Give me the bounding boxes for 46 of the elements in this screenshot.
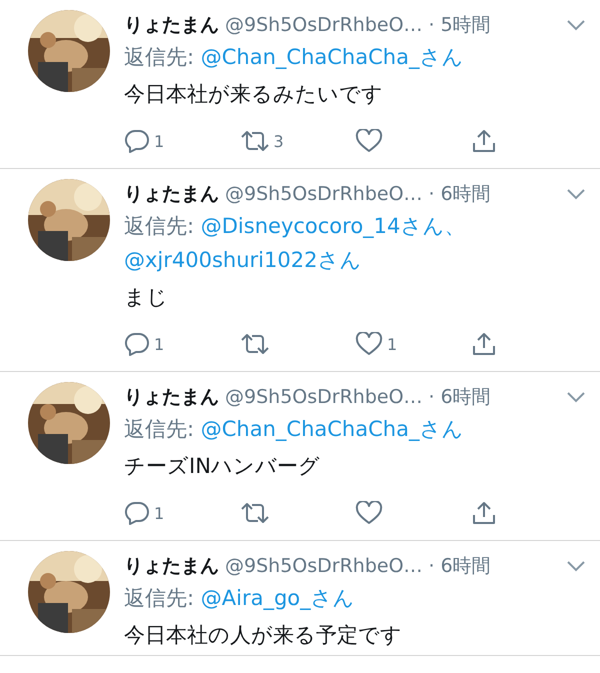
reply-label: 返信先: [124,417,194,441]
mention-link[interactable]: @Disneycocoro_14さん、 [200,214,466,238]
action-count: 1 [387,334,398,354]
mention-link[interactable]: @Aira_go_さん [200,586,355,610]
heart-icon[interactable] [355,501,383,525]
chevron-down-icon[interactable] [566,391,586,403]
user-handle: @9Sh5OsDrRhbeO… [225,183,423,205]
reply-icon[interactable] [124,332,150,356]
user-name[interactable]: りょたまん [124,553,219,579]
user-handle: @9Sh5OsDrRhbeO… [225,14,423,36]
user-handle: @9Sh5OsDrRhbeO… [225,386,423,408]
heart-icon[interactable] [355,332,383,356]
reply-label: 返信先: [124,45,194,69]
reply-label: 返信先: [124,586,194,610]
action-count: 1 [154,132,164,150]
heart-icon[interactable] [355,129,383,153]
tweet-text: まじ [124,285,168,309]
tweet-text: 今日本社の人が来る予定です [124,623,402,647]
chevron-down-icon[interactable] [566,560,586,572]
tweet-text: 今日本社が来るみたいです [124,82,383,106]
action-count: 1 [154,334,164,354]
timestamp: · 6時間 [428,385,491,410]
share-icon[interactable] [470,331,496,357]
chevron-down-icon[interactable] [566,188,586,200]
user-handle: @9Sh5OsDrRhbeO… [225,555,423,577]
mention-link[interactable]: @Chan_ChaChaCha_さん [200,45,464,69]
share-icon[interactable] [470,128,496,154]
reply-icon[interactable] [124,501,150,525]
timestamp: · 6時間 [428,182,491,207]
tweet-text: チーズINハンバーグ [124,454,320,478]
mention-link[interactable]: @xjr400shuri1022さん [124,248,362,272]
timestamp: · 5時間 [428,13,491,38]
user-name[interactable]: りょたまん [124,181,219,207]
user-name[interactable]: りょたまん [124,384,219,410]
action-count: 3 [274,132,284,150]
share-icon[interactable] [470,500,496,526]
action-count: 1 [154,504,164,522]
retweet-icon[interactable] [240,129,270,153]
retweet-icon[interactable] [240,332,270,356]
retweet-icon[interactable] [240,501,270,525]
mention-link[interactable]: @Chan_ChaChaCha_さん [200,417,464,441]
reply-icon[interactable] [124,129,150,153]
user-name[interactable]: りょたまん [124,12,219,38]
timestamp: · 6時間 [428,554,491,579]
chevron-down-icon[interactable] [566,19,586,31]
reply-label: 返信先: [124,214,194,238]
